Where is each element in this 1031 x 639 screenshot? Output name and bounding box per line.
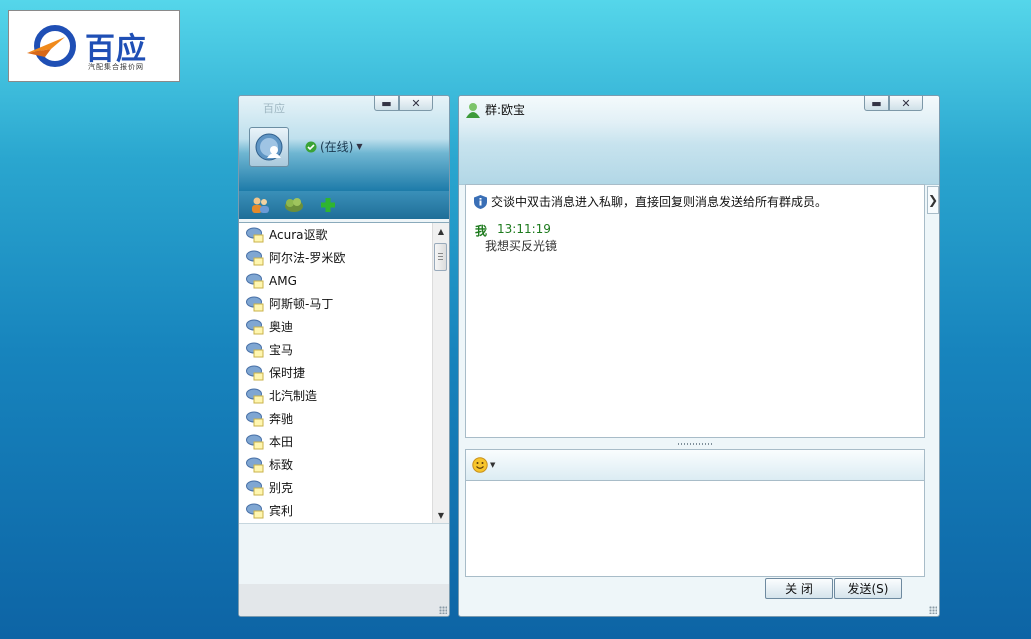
chat-window-header: 群:欧宝 ▬ ✕ [459,96,939,185]
car-group-icon [246,342,264,357]
group-list-item[interactable]: 阿尔法-罗米欧 [239,246,433,269]
emoji-icon[interactable] [472,457,488,473]
minimize-button[interactable]: ▬ [374,96,399,111]
buddy-window-footer [239,584,449,616]
buddy-window: 百应 ▬ ✕ (在线) ▼ Acura讴歌 阿尔法-罗米欧 AMG 阿斯顿-马丁… [238,95,450,617]
send-button[interactable]: 发送(S) [834,578,902,599]
group-list-item[interactable]: 别克 [239,476,433,499]
buddy-window-header: 百应 ▬ ✕ (在线) ▼ [239,96,449,191]
group-list-item[interactable]: 标致 [239,453,433,476]
group-list-item[interactable]: 宾利 [239,499,433,522]
minimize-icon: ▬ [381,96,392,110]
group-list-scrollbar[interactable]: ▲ ▼ [432,223,449,523]
group-list-item-label: 标致 [269,458,294,472]
logo-swoosh-icon [27,25,76,67]
close-chat-button[interactable]: 关 闭 [765,578,833,599]
chat-window: 群:欧宝 ▬ ✕ 交谈中双击消息进入私聊，直接回复则消息发送给所有群成员。 我 … [458,95,940,617]
chevron-right-icon: ❯ [927,193,939,207]
car-group-icon [246,227,264,242]
car-group-icon [246,250,264,265]
scroll-thumb[interactable] [434,243,447,271]
emoji-dropdown-icon[interactable]: ▼ [490,461,495,469]
car-group-icon [246,434,264,449]
close-button[interactable]: ✕ [399,96,433,111]
group-list-item-label: 阿斯顿-马丁 [269,297,334,311]
group-list-item[interactable]: 保时捷 [239,361,433,384]
add-icon[interactable] [317,195,339,215]
info-shield-icon [474,194,487,209]
chat-close-button[interactable]: ✕ [889,96,923,111]
message-text: 我想买反光镜 [485,239,558,253]
group-list: Acura讴歌阿尔法-罗米欧 AMG 阿斯顿-马丁 奥迪宝马保时捷北汽制造奔驰本田标致… [239,222,449,524]
car-group-icon [246,388,264,403]
group-list-item-label: 宝马 [269,343,294,357]
message-input[interactable] [465,480,925,577]
status-selector[interactable]: (在线) ▼ [305,138,363,155]
car-group-icon [246,411,264,426]
resize-grip-icon[interactable] [929,606,937,614]
car-group-icon [246,457,264,472]
chat-notice-text: 交谈中双击消息进入私聊，直接回复则消息发送给所有群成员。 [491,195,828,209]
car-group-icon [246,365,264,380]
pane-splitter[interactable] [465,440,925,448]
scroll-down-icon[interactable]: ▼ [433,507,449,523]
group-list-item[interactable]: 阿斯顿-马丁 [239,292,433,315]
group-list-items: Acura讴歌阿尔法-罗米欧 AMG 阿斯顿-马丁 奥迪宝马保时捷北汽制造奔驰本田标致… [239,223,433,523]
group-list-item-label: Acura讴歌 [269,228,328,242]
group-list-item[interactable]: 奔驰 [239,407,433,430]
chat-title: 群:欧宝 [465,101,525,118]
resize-grip-icon[interactable] [439,606,447,614]
group-list-item-label: 保时捷 [269,366,306,380]
buddy-window-controls: ▬ ✕ [374,96,433,111]
input-toolbar: ▼ [465,449,925,481]
group-list-item-label: 本田 [269,435,294,449]
logo: 百应 汽配集合报价网 [8,10,180,82]
group-list-item-label: 宾利 [269,504,294,518]
logo-tagline: 汽配集合报价网 [88,63,144,71]
group-list-item[interactable]: 北汽制造 [239,384,433,407]
group-list-item-label: AMG [269,273,297,288]
group-chat-icon [466,102,480,118]
chevron-down-icon: ▼ [356,142,363,151]
minimize-icon: ▬ [871,96,882,110]
car-group-icon [246,273,264,288]
buddy-toolbar [239,191,449,219]
close-icon: ✕ [901,96,911,110]
chat-title-text: 群:欧宝 [485,103,526,117]
car-group-icon [246,319,264,334]
close-icon: ✕ [411,96,421,110]
car-group-icon [246,296,264,311]
group-list-item-label: 阿尔法-罗米欧 [269,251,346,265]
group-list-item[interactable]: 本田 [239,430,433,453]
scroll-up-icon[interactable]: ▲ [433,223,449,239]
chat-history: 交谈中双击消息进入私聊，直接回复则消息发送给所有群成员。 我 13:11:19 … [465,184,925,438]
chat-window-controls: ▬ ✕ [864,96,923,111]
group-icon[interactable] [283,195,305,215]
car-group-icon [246,503,264,518]
chat-minimize-button[interactable]: ▬ [864,96,889,111]
group-list-item-label: 北汽制造 [269,389,318,403]
group-list-item[interactable]: 宝马 [239,338,433,361]
group-list-item-label: 奥迪 [269,320,294,334]
online-check-icon [305,141,317,152]
chat-notice: 交谈中双击消息进入私聊，直接回复则消息发送给所有群成员。 [474,193,827,210]
avatar[interactable] [249,127,289,167]
group-list-item-label: 奔驰 [269,412,294,426]
user-avatar-icon [255,133,283,161]
group-list-item[interactable]: 奥迪 [239,315,433,338]
car-group-icon [246,480,264,495]
status-label: (在线) [320,140,354,154]
group-list-item[interactable]: AMG [239,269,433,292]
expand-panel-button[interactable]: ❯ [927,186,939,214]
group-list-item-label: 别克 [269,481,294,495]
buddy-window-title: 百应 [263,102,285,115]
group-list-item[interactable]: Acura讴歌 [239,223,433,246]
contacts-icon[interactable] [249,195,271,215]
